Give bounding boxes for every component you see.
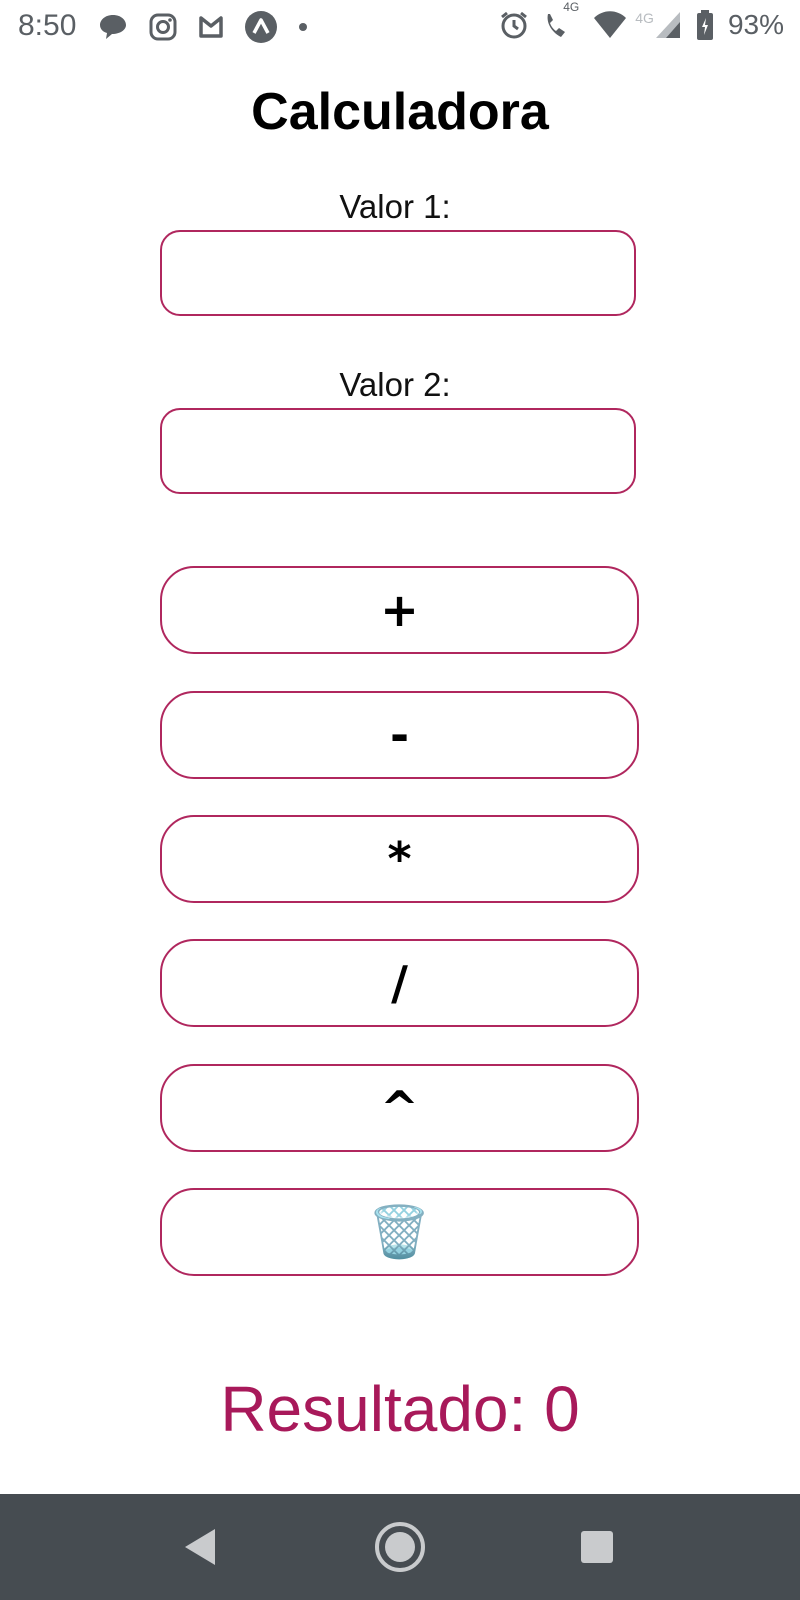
wifi-call-icon: 4G	[543, 0, 579, 40]
screen: 8:50 4G 4G 93% Calculadora Valor 1: Valo…	[0, 0, 800, 1600]
signal-icon: 4G	[635, 10, 682, 40]
wifi-icon	[593, 10, 627, 40]
network-badge-1: 4G	[563, 0, 580, 14]
value1-label: Valor 1:	[339, 188, 451, 225]
divide-button-label: /	[391, 956, 408, 1010]
back-triangle-icon	[185, 1529, 215, 1565]
recents-button[interactable]	[570, 1520, 624, 1574]
multiply-button[interactable]: *	[160, 815, 639, 903]
alarm-icon	[499, 10, 529, 40]
recents-square-icon	[581, 1531, 613, 1563]
power-button-label: ^	[380, 1081, 419, 1135]
result-text: Resultado: 0	[220, 1373, 580, 1445]
instagram-icon	[148, 12, 178, 42]
home-circle-icon	[375, 1522, 425, 1572]
mail-icon	[198, 12, 224, 42]
trash-icon: 🗑️	[368, 1203, 431, 1261]
dot-icon	[298, 22, 308, 32]
network-badge-2: 4G	[635, 10, 654, 26]
add-button-label: +	[380, 583, 419, 637]
messages-icon	[98, 12, 128, 42]
divide-button[interactable]: /	[160, 939, 639, 1027]
subtract-button-label: -	[389, 708, 410, 762]
page-title: Calculadora	[251, 83, 549, 141]
notification-icons	[98, 10, 308, 44]
battery-icon	[696, 9, 714, 41]
expo-icon	[244, 10, 278, 44]
power-button[interactable]: ^	[160, 1064, 639, 1152]
subtract-button[interactable]: -	[160, 691, 639, 779]
navigation-bar	[0, 1494, 800, 1600]
clear-button[interactable]: 🗑️	[160, 1188, 639, 1276]
battery-percent: 93%	[727, 9, 784, 40]
status-time: 8:50	[18, 9, 77, 42]
system-icons: 4G 4G 93%	[499, 0, 784, 41]
back-button[interactable]	[172, 1520, 226, 1574]
add-button[interactable]: +	[160, 566, 639, 654]
value2-input[interactable]	[160, 408, 636, 494]
home-button[interactable]	[373, 1520, 427, 1574]
value2-label: Valor 2:	[339, 366, 451, 403]
multiply-button-label: *	[387, 832, 412, 886]
value1-input[interactable]	[160, 230, 636, 316]
status-bar: 8:50 4G 4G 93%	[0, 0, 800, 56]
